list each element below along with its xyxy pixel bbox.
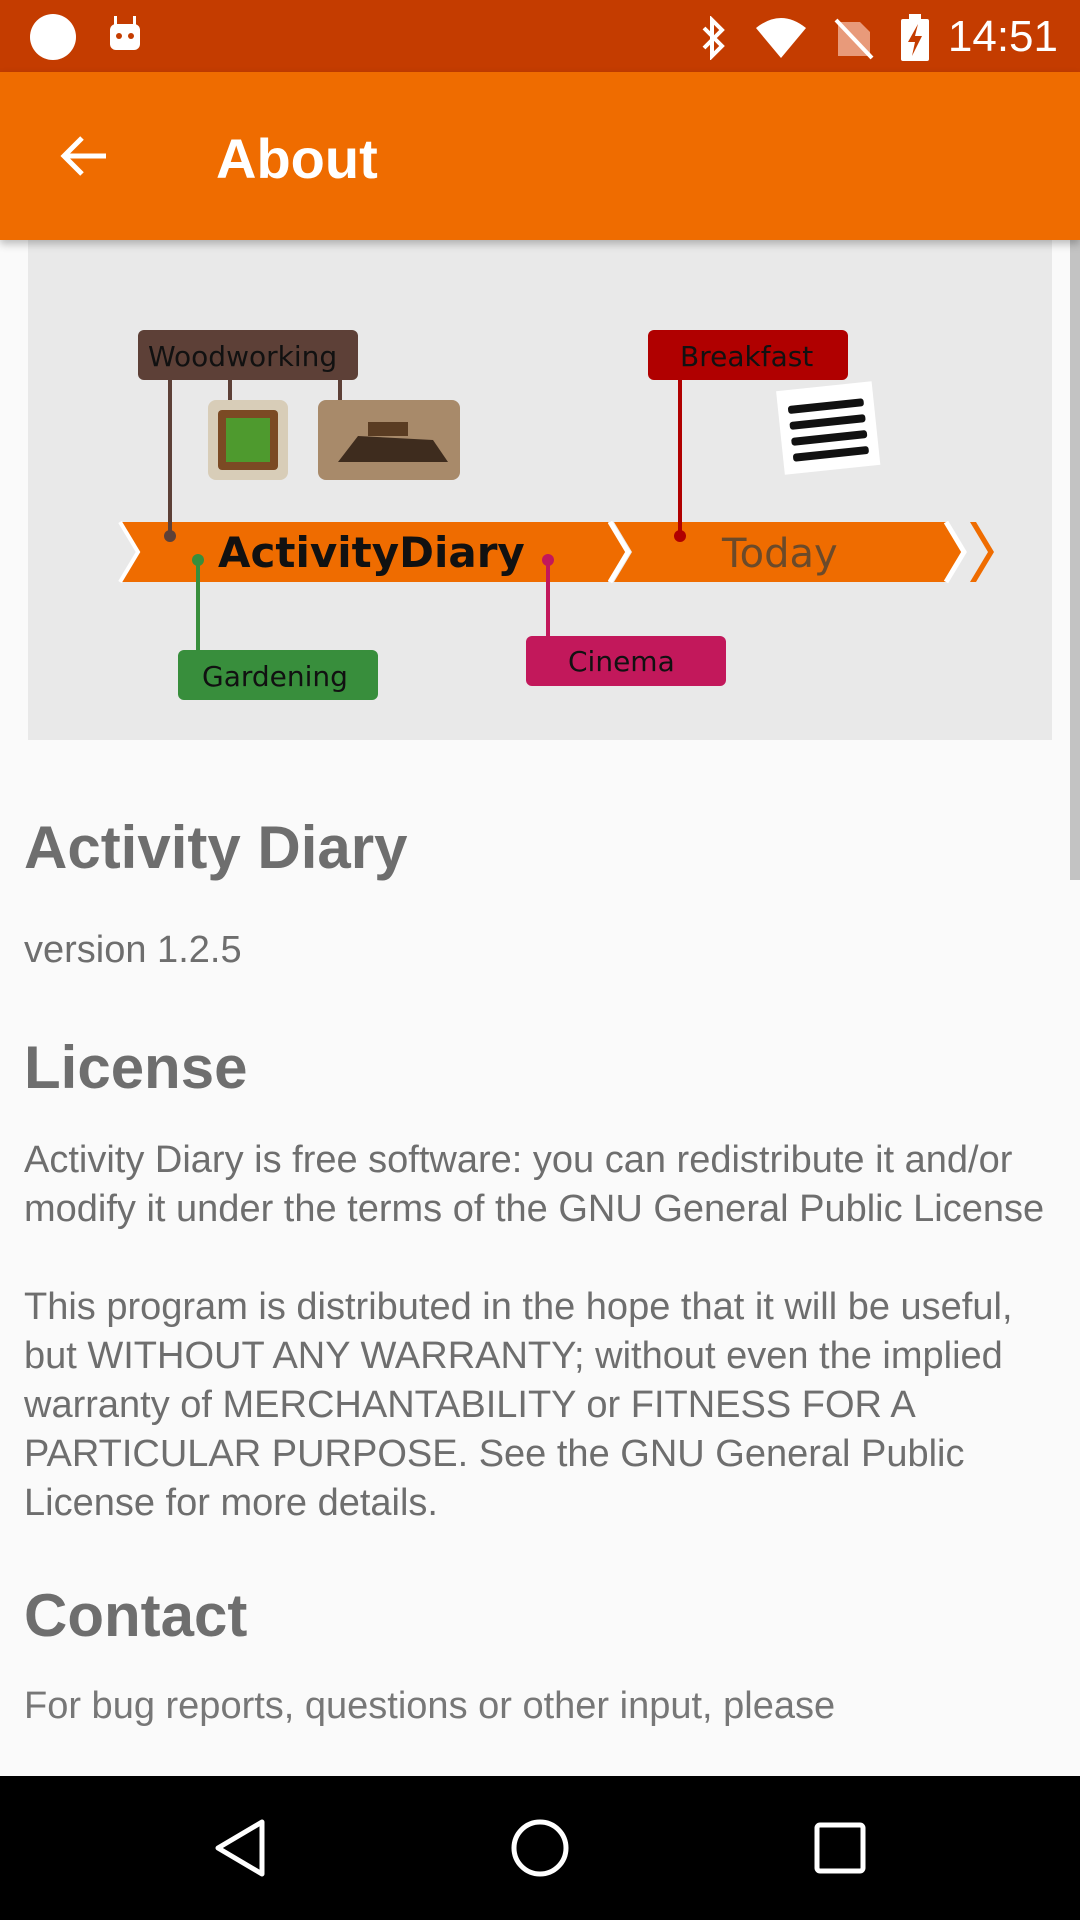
nav-home-icon <box>511 1819 569 1877</box>
battery-charging-icon <box>901 14 929 61</box>
tag-cinema-label: Cinema <box>568 645 675 678</box>
nav-home-button[interactable] <box>490 1798 590 1898</box>
scrollbar[interactable] <box>1070 240 1080 880</box>
back-button[interactable] <box>44 116 124 196</box>
tag-woodworking-label: Woodworking <box>148 340 337 373</box>
version-text: version 1.2.5 <box>24 929 242 971</box>
nav-back-button[interactable] <box>190 1798 290 1898</box>
nav-recents-icon <box>814 1822 866 1874</box>
app-title: Activity Diary <box>24 814 408 881</box>
license-paragraph-2: This program is distributed in the hope … <box>24 1286 1013 1524</box>
nav-recents-button[interactable] <box>790 1798 890 1898</box>
notification-dot-icon <box>30 14 76 60</box>
android-icon <box>110 16 140 50</box>
no-sim-icon <box>834 18 874 60</box>
tag-gardening-label: Gardening <box>202 660 348 693</box>
about-content[interactable]: ActivityDiary Today Woodworking Breakfas… <box>0 240 1080 1776</box>
tag-breakfast-label: Breakfast <box>680 340 813 373</box>
clock: 14:51 <box>947 12 1058 61</box>
banner-app-name: ActivityDiary <box>218 528 525 577</box>
about-text: Activity Diary version 1.2.5 License Act… <box>24 800 1054 1731</box>
banner-today-label: Today <box>721 531 838 577</box>
arrow-back-icon <box>60 136 106 176</box>
license-heading: License <box>24 1034 248 1101</box>
note-icon <box>776 381 881 475</box>
contact-paragraph: For bug reports, questions or other inpu… <box>24 1685 836 1727</box>
bluetooth-icon <box>702 16 725 60</box>
contact-heading: Contact <box>24 1582 248 1649</box>
app-banner: ActivityDiary Today Woodworking Breakfas… <box>28 240 1052 740</box>
license-paragraph-1: Activity Diary is free software: you can… <box>24 1139 1045 1230</box>
navigation-bar <box>0 1776 1080 1920</box>
page-title: About <box>216 127 378 190</box>
wifi-icon <box>756 18 806 58</box>
nav-back-icon <box>215 1819 265 1877</box>
status-bar: 14:51 <box>0 0 1080 72</box>
app-bar: About <box>0 72 1080 240</box>
banner-graphic: ActivityDiary Today Woodworking Breakfas… <box>118 330 994 700</box>
